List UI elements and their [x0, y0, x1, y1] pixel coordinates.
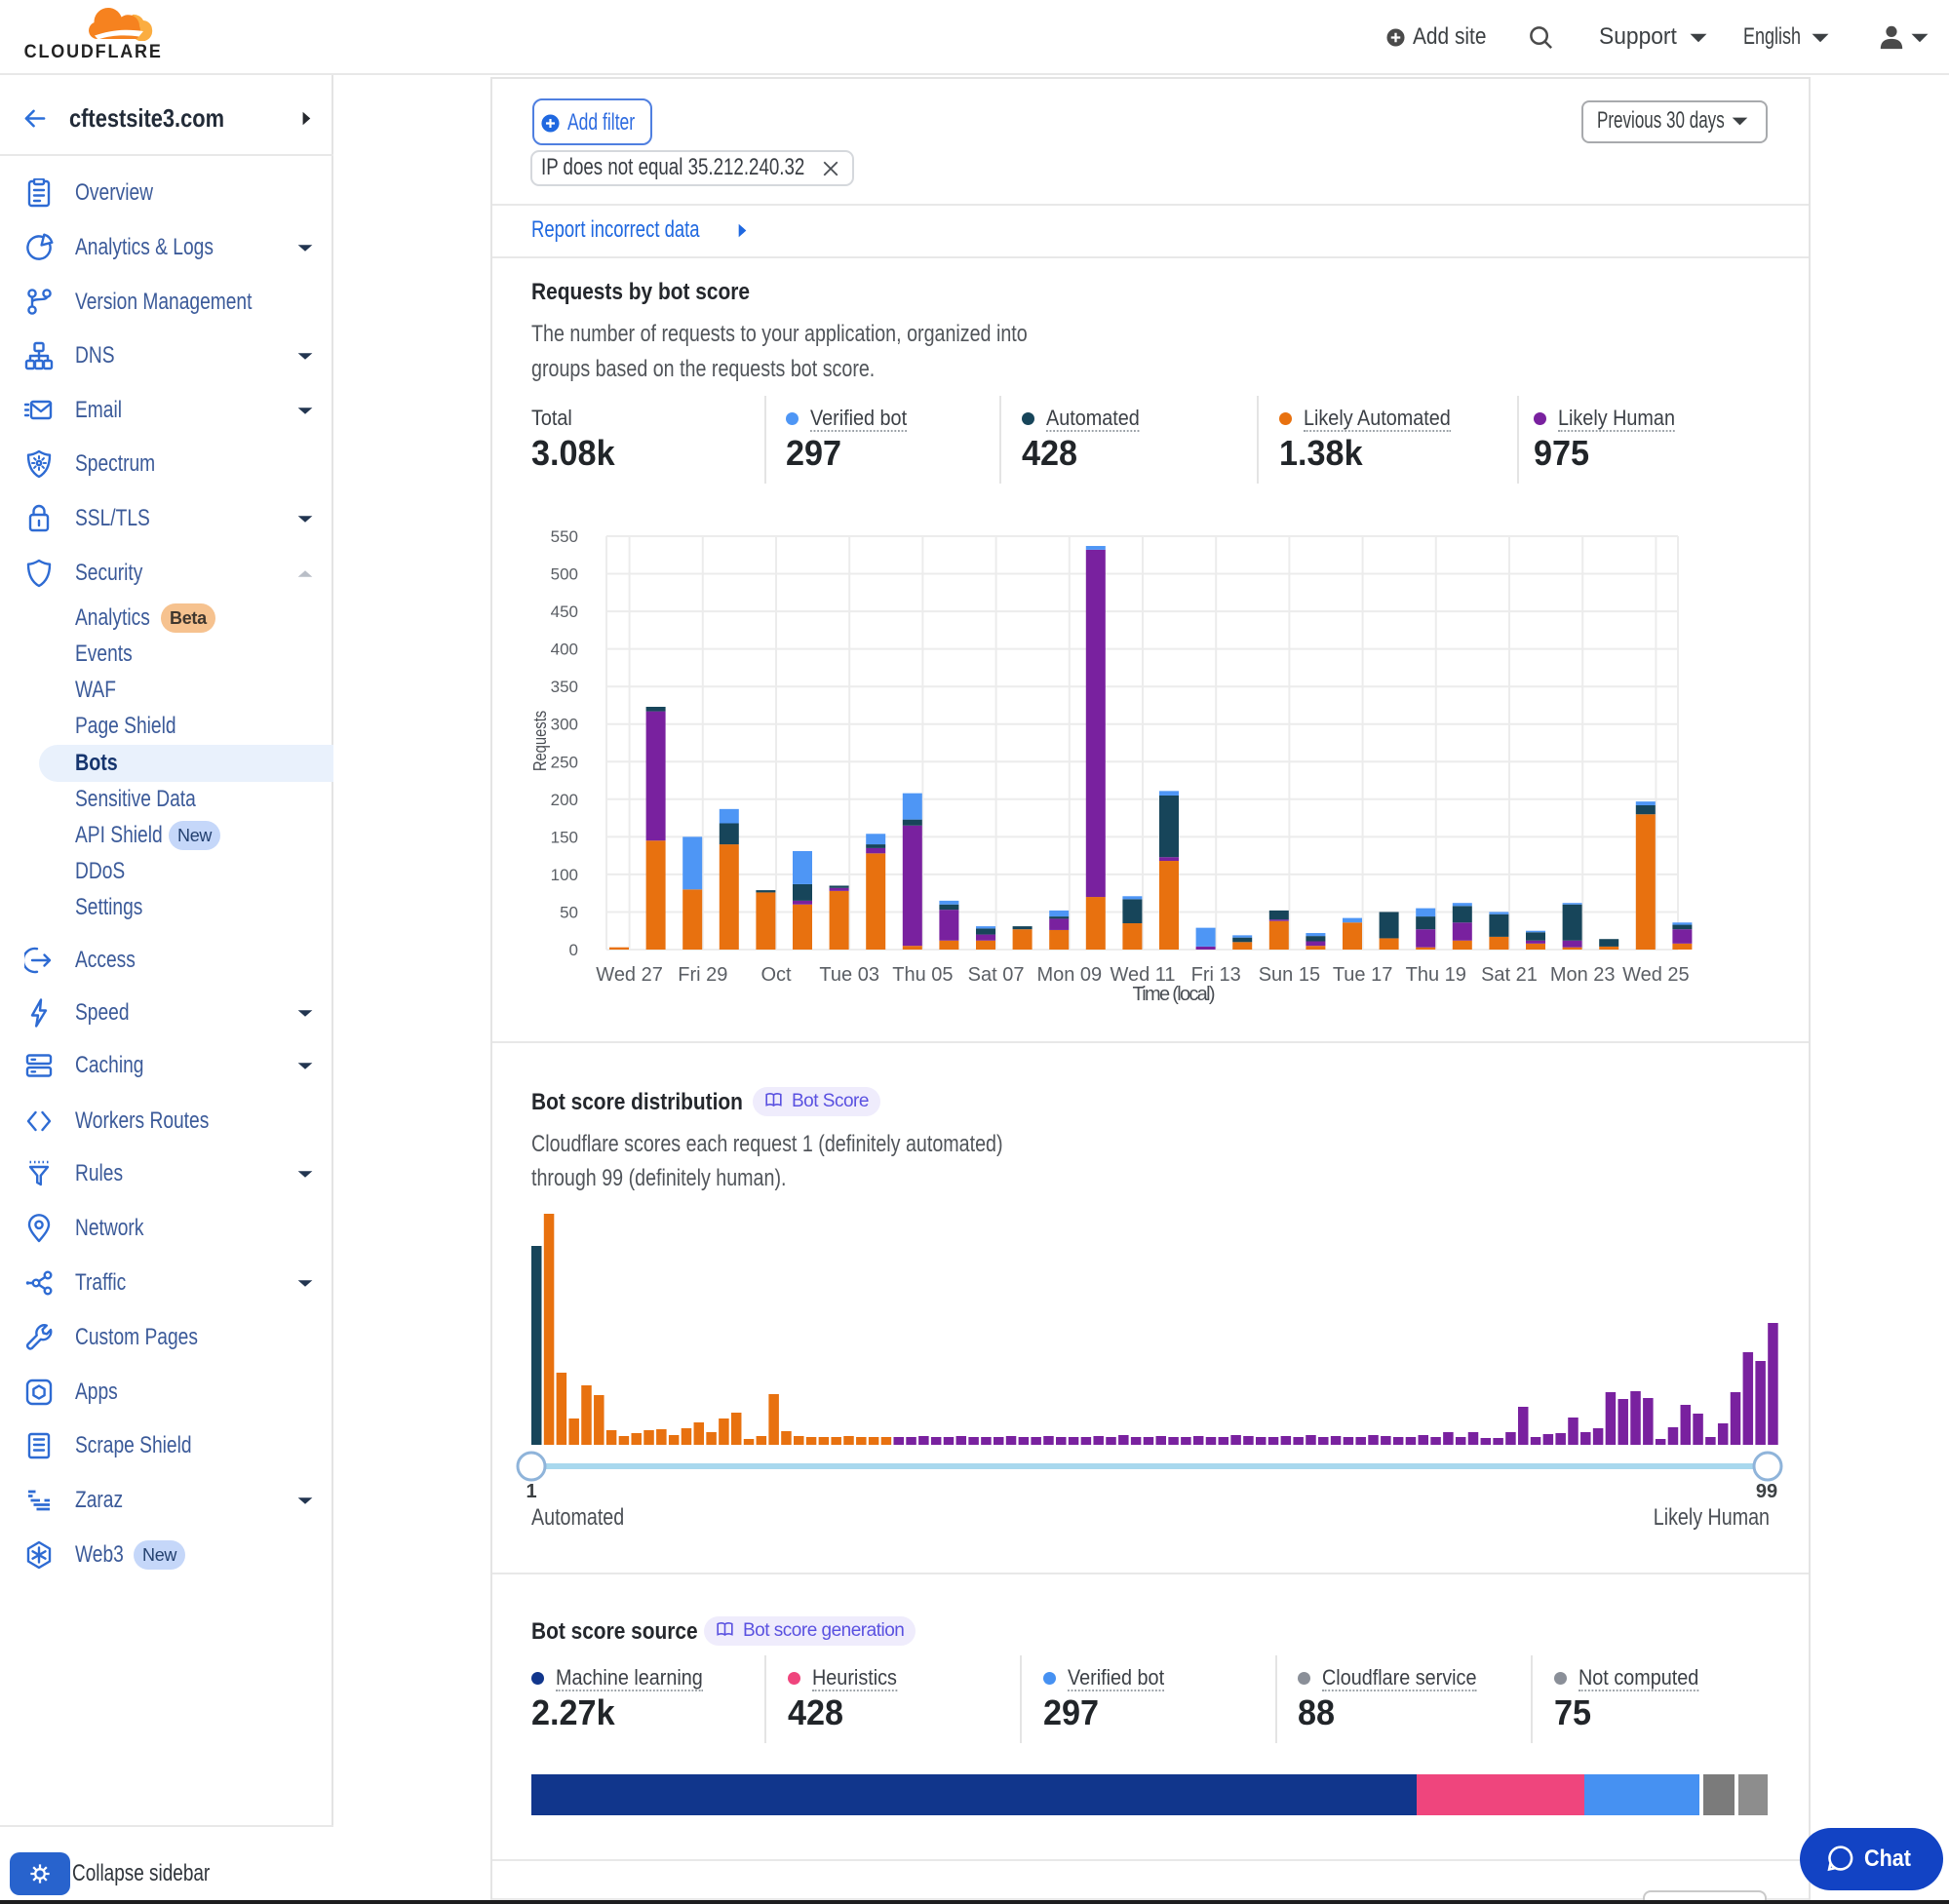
svg-text:300: 300: [551, 716, 578, 734]
svg-text:50: 50: [560, 904, 578, 922]
svg-text:Thu 19: Thu 19: [1406, 964, 1466, 986]
svg-text:Wed 11: Wed 11: [1110, 964, 1175, 986]
svg-text:350: 350: [551, 678, 578, 696]
svg-text:500: 500: [551, 565, 578, 584]
svg-text:Mon 09: Mon 09: [1036, 964, 1102, 986]
svg-text:Wed 27: Wed 27: [596, 964, 663, 986]
svg-text:400: 400: [551, 641, 578, 659]
svg-text:0: 0: [569, 941, 578, 959]
svg-text:Thu 05: Thu 05: [892, 964, 953, 986]
svg-text:250: 250: [551, 753, 578, 771]
svg-text:200: 200: [551, 791, 578, 809]
svg-text:Tue 17: Tue 17: [1333, 964, 1393, 986]
svg-text:Mon 23: Mon 23: [1550, 964, 1616, 986]
svg-text:Oct: Oct: [760, 964, 792, 986]
svg-text:150: 150: [551, 828, 578, 846]
svg-text:Tue 03: Tue 03: [819, 964, 879, 986]
svg-text:Sun 15: Sun 15: [1259, 964, 1320, 986]
svg-text:Sat 07: Sat 07: [968, 964, 1025, 986]
svg-text:Time (local): Time (local): [1133, 984, 1216, 1005]
svg-text:Sat 21: Sat 21: [1481, 964, 1538, 986]
svg-text:Fri 13: Fri 13: [1191, 964, 1241, 986]
svg-text:450: 450: [551, 602, 578, 621]
svg-text:550: 550: [551, 527, 578, 546]
svg-text:100: 100: [551, 866, 578, 884]
svg-text:Wed 25: Wed 25: [1622, 964, 1690, 986]
svg-text:Fri 29: Fri 29: [678, 964, 727, 986]
